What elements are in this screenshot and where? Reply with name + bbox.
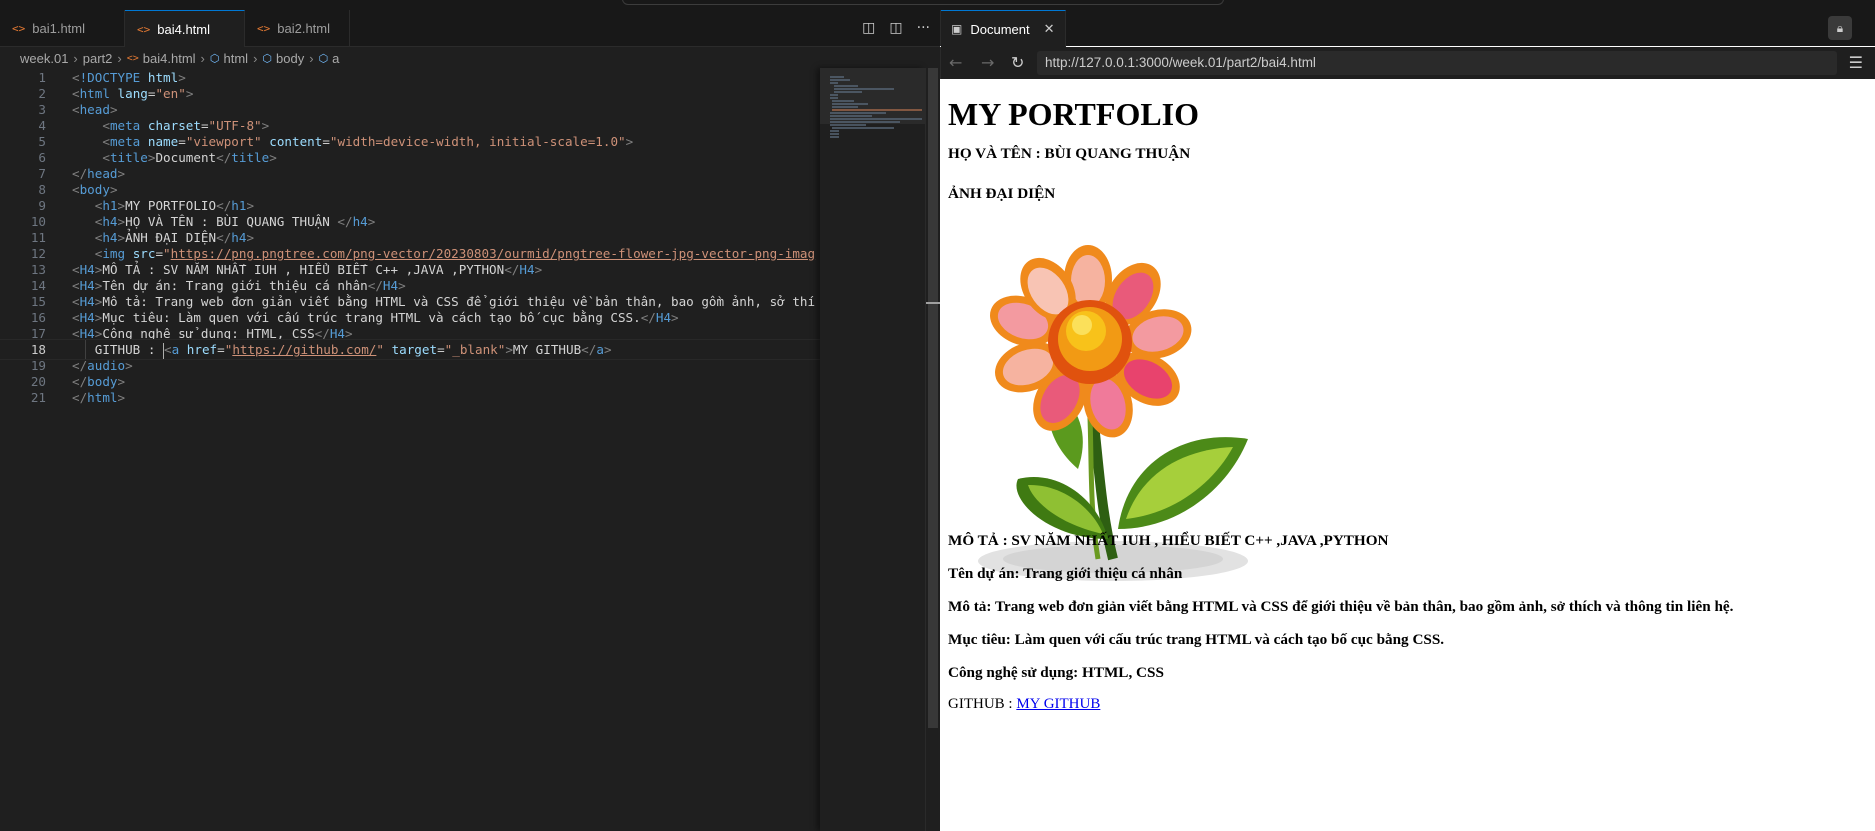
minimap[interactable] — [820, 68, 925, 831]
browser-preview-pane: ▣ Document ✕ 🔒︎ ← → ↻ http://127.0.0.1:3… — [940, 10, 1875, 831]
code-area[interactable]: 1 <!DOCTYPE html> 2 <html lang="en"> 3 <hea… — [0, 68, 820, 831]
breadcrumb-item[interactable]: a — [332, 51, 339, 66]
html-file-icon: <> — [137, 22, 151, 36]
tab-bai4[interactable]: <> bai4.html — [125, 10, 245, 47]
breadcrumb: week.01 › part2 › <> bai4.html › ⬡ html › ⬡ bod… — [20, 50, 340, 66]
lock-icon[interactable]: 🔒︎ — [1828, 16, 1852, 40]
browser-page-icon: ▣ — [951, 22, 963, 36]
breadcrumb-item[interactable]: bai4.html — [143, 51, 196, 66]
html-file-icon: <> — [257, 21, 271, 35]
breadcrumb-item[interactable]: html — [224, 51, 249, 66]
goal-heading: Mục tiêu: Làm quen với cấu trúc trang HT… — [948, 631, 1445, 648]
tab-bai2[interactable]: <> bai2.html — [245, 10, 350, 46]
avatar-label: ẢNH ĐẠI DIỆN — [948, 185, 1056, 202]
browser-toolbar: ← → ↻ http://127.0.0.1:3000/week.01/part… — [940, 47, 1875, 79]
element-icon: ⬡ — [209, 52, 220, 65]
element-icon: ⬡ — [318, 52, 329, 65]
code-line: 21 </html> — [0, 388, 820, 407]
vertical-scrollbar[interactable] — [925, 68, 940, 831]
tab-label: bai4.html — [157, 21, 210, 37]
project-heading: Tên dự án: Trang giới thiệu cá nhân — [948, 565, 1183, 582]
close-icon[interactable]: ✕ — [1044, 21, 1055, 37]
description-heading: MÔ TẢ : SV NĂM NHẤT IUH , HIỂU BIẾT C++ … — [948, 532, 1389, 549]
window-title-strip — [0, 0, 1875, 10]
summary-heading: Mô tả: Trang web đơn giản viết bằng HTML… — [948, 598, 1734, 615]
command-center[interactable] — [622, 0, 1224, 5]
page-heading: MY PORTFOLIO — [948, 96, 1200, 132]
html-file-icon: <> — [126, 52, 139, 64]
rendered-page: MY PORTFOLIO HỌ VÀ TÊN : BÙI QUANG THUẬN… — [940, 79, 1875, 831]
scrollbar-thumb[interactable] — [928, 68, 938, 728]
tab-label: bai2.html — [277, 20, 330, 36]
more-actions-icon[interactable]: ··· — [917, 20, 930, 36]
open-preview-icon[interactable]: ◫ — [862, 20, 875, 36]
cursor-position-marker — [926, 302, 940, 304]
arrow-right-icon[interactable]: → — [981, 47, 994, 79]
breadcrumb-item[interactable]: part2 — [83, 51, 113, 66]
github-prefix: GITHUB : — [948, 696, 1017, 712]
breadcrumb-item[interactable]: body — [276, 51, 304, 66]
reload-icon[interactable]: ↻ — [1011, 47, 1024, 79]
code-editor-pane: <> bai1.html <> bai4.html <> bai2.html ◫… — [0, 10, 940, 831]
breadcrumb-item[interactable]: week.01 — [20, 51, 68, 66]
editor-actions: ◫ ◫ ··· — [862, 10, 930, 46]
name-heading: HỌ VÀ TÊN : BÙI QUANG THUẬN — [948, 145, 1191, 162]
github-line: GITHUB : MY GITHUB — [948, 696, 1100, 713]
split-editor-icon[interactable]: ◫ — [889, 20, 902, 36]
tab-document[interactable]: ▣ Document ✕ — [941, 10, 1066, 47]
menu-icon[interactable]: ☰ — [1849, 47, 1863, 79]
arrow-left-icon[interactable]: ← — [949, 47, 962, 79]
preview-tab-bar: ▣ Document ✕ 🔒︎ — [940, 10, 1875, 47]
tab-label: bai1.html — [32, 20, 85, 36]
tab-label: Document — [970, 21, 1030, 37]
tech-heading: Công nghệ sử dụng: HTML, CSS — [948, 664, 1164, 681]
tab-bai1[interactable]: <> bai1.html — [0, 10, 125, 46]
github-link[interactable]: MY GITHUB — [1016, 696, 1100, 712]
address-bar[interactable]: http://127.0.0.1:3000/week.01/part2/bai4… — [1037, 51, 1837, 75]
editor-tab-bar: <> bai1.html <> bai4.html <> bai2.html ◫… — [0, 10, 940, 47]
element-icon: ⬡ — [262, 52, 273, 65]
line-number: 21 — [30, 390, 46, 405]
html-file-icon: <> — [12, 21, 26, 35]
